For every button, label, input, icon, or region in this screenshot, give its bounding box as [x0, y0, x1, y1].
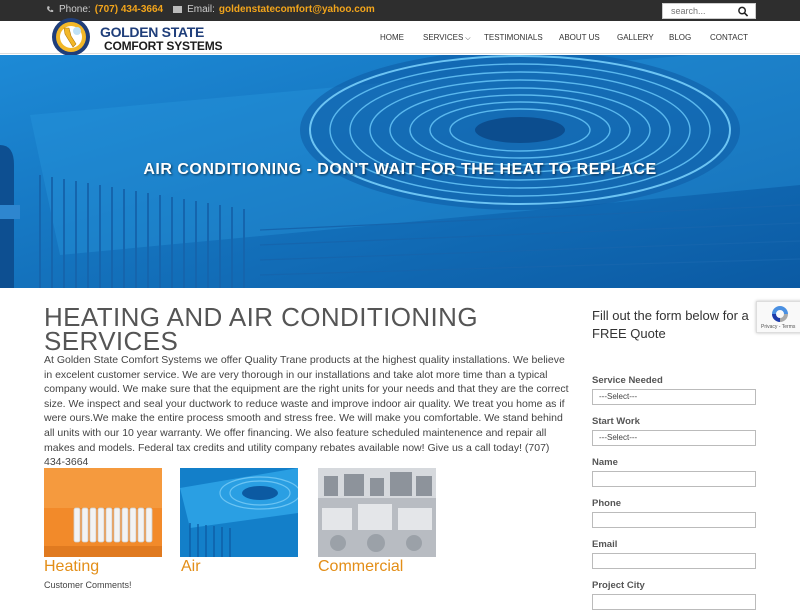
phone-field[interactable]: [592, 512, 756, 528]
nav-about-us[interactable]: ABOUT US: [559, 33, 600, 42]
brand-line-1: GOLDEN STATE: [100, 24, 204, 40]
search-icon[interactable]: [737, 6, 749, 17]
name-label: Name: [592, 457, 618, 468]
service-needed-label: Service Needed: [592, 375, 663, 386]
contact-info: Phone: (707) 434-3664 Email: goldenstate…: [46, 4, 375, 15]
start-work-value: ---Select---: [599, 433, 638, 442]
air-link[interactable]: Air: [181, 558, 201, 576]
ac-unit-thumb-image: [180, 468, 298, 557]
email-label: Email:: [187, 4, 215, 15]
phone-link[interactable]: (707) 434-3664: [95, 4, 163, 15]
nav-blog[interactable]: BLOG: [669, 33, 691, 42]
service-needed-select[interactable]: ---Select---: [592, 389, 756, 405]
recaptcha-badge[interactable]: Privacy - Terms: [756, 301, 800, 333]
recaptcha-terms[interactable]: Privacy - Terms: [761, 324, 795, 330]
chevron-down-icon: ⌵: [463, 35, 471, 42]
top-bar: Phone: (707) 434-3664 Email: goldenstate…: [0, 0, 800, 21]
radiator-image: [44, 468, 162, 557]
email-field-label: Email: [592, 539, 618, 550]
email-field[interactable]: [592, 553, 756, 569]
start-work-label: Start Work: [592, 416, 640, 427]
phone-label: Phone:: [59, 4, 91, 15]
nav-gallery[interactable]: GALLERY: [617, 33, 654, 42]
page-title: HEATING AND AIR CONDITIONING SERVICES: [44, 302, 478, 356]
nav-services-label: SERVICES: [423, 33, 464, 42]
recaptcha-icon: [772, 306, 788, 322]
envelope-icon: [173, 6, 183, 13]
project-city-field[interactable]: [592, 594, 756, 610]
air-thumbnail[interactable]: [180, 468, 298, 557]
search-input[interactable]: [663, 4, 737, 18]
nav-services[interactable]: SERVICES ⌵: [423, 33, 471, 43]
nav-home[interactable]: HOME: [380, 33, 404, 42]
email-link[interactable]: goldenstatecomfort@yahoo.com: [219, 4, 375, 15]
hero-title: AIR CONDITIONING - DON'T WAIT FOR THE HE…: [143, 161, 657, 178]
company-logo[interactable]: [42, 17, 100, 57]
customer-comments-heading: Customer Comments!: [44, 580, 132, 590]
search-box: [662, 3, 756, 19]
project-city-label: Project City: [592, 580, 645, 591]
start-work-select[interactable]: ---Select---: [592, 430, 756, 446]
quote-form-intro: Fill out the form below for a FREE Quote: [592, 308, 749, 341]
name-field[interactable]: [592, 471, 756, 487]
commercial-thumbnail[interactable]: [318, 468, 436, 557]
heating-thumbnail[interactable]: [44, 468, 162, 557]
nav-testimonials[interactable]: TESTIMONIALS: [484, 33, 543, 42]
commercial-link[interactable]: Commercial: [318, 558, 403, 576]
service-needed-value: ---Select---: [599, 392, 638, 401]
brand-line-2: COMFORT SYSTEMS: [104, 39, 223, 53]
phone-field-label: Phone: [592, 498, 622, 509]
phone-icon: [47, 6, 54, 13]
rooftop-units-image: [318, 468, 436, 557]
site-header: GOLDEN STATE COMFORT SYSTEMS HOME SERVIC…: [0, 18, 800, 56]
intro-paragraph: At Golden State Comfort Systems we offer…: [44, 354, 569, 469]
heating-link[interactable]: Heating: [44, 558, 99, 576]
nav-contact[interactable]: CONTACT: [710, 33, 748, 42]
hero-banner: AIR CONDITIONING - DON'T WAIT FOR THE HE…: [0, 55, 800, 288]
